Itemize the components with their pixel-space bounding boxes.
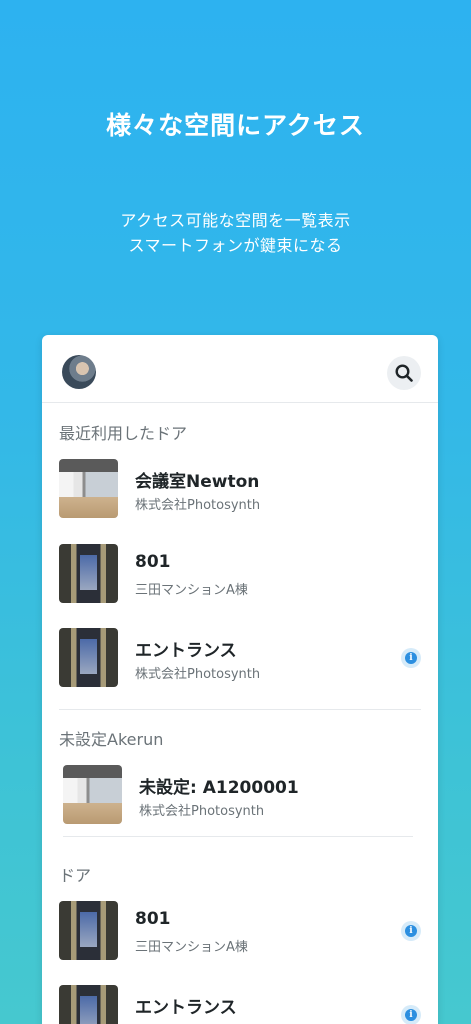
- door-thumbnail: [59, 544, 118, 603]
- hero-subtitle-line1: アクセス可能な空間を一覧表示: [120, 211, 351, 230]
- door-item[interactable]: エントランス i: [59, 985, 421, 1024]
- door-organization: 三田マンションA棟: [135, 583, 248, 598]
- info-icon[interactable]: i: [401, 648, 421, 668]
- user-avatar[interactable]: [62, 355, 96, 389]
- door-name: エントランス: [135, 641, 237, 661]
- door-item[interactable]: エントランス 株式会社Photosynth i: [59, 628, 421, 688]
- door-name: 801: [135, 552, 171, 572]
- info-icon[interactable]: i: [401, 921, 421, 941]
- hero-subtitle-line2: スマートフォンが鍵束になる: [128, 236, 343, 255]
- card-header: [42, 335, 438, 403]
- door-name: 会議室Newton: [135, 472, 260, 492]
- search-icon: [395, 364, 413, 382]
- door-organization: 株式会社Photosynth: [139, 804, 265, 819]
- door-item[interactable]: 会議室Newton 株式会社Photosynth: [59, 459, 421, 519]
- door-item[interactable]: 801 三田マンションA棟 i: [59, 901, 421, 961]
- search-button[interactable]: [387, 356, 421, 390]
- door-list-card: 最近利用したドア 会議室Newton 株式会社Photosynth 801 三田…: [42, 335, 438, 1024]
- divider: [63, 836, 413, 837]
- door-organization: 株式会社Photosynth: [135, 498, 261, 513]
- door-name: 801: [135, 909, 171, 929]
- info-icon[interactable]: i: [401, 1005, 421, 1024]
- door-organization: 三田マンションA棟: [135, 940, 248, 955]
- door-thumbnail: [59, 628, 118, 687]
- door-name: エントランス: [135, 998, 237, 1018]
- door-thumbnail: [59, 459, 118, 518]
- section-title-doors: ドア: [59, 866, 92, 885]
- door-organization: 株式会社Photosynth: [135, 667, 261, 682]
- door-name: 未設定: A1200001: [139, 778, 299, 798]
- section-title-recent: 最近利用したドア: [59, 424, 188, 443]
- door-thumbnail: [59, 901, 118, 960]
- divider: [59, 709, 421, 710]
- section-title-unset: 未設定Akerun: [59, 730, 164, 749]
- door-item[interactable]: 未設定: A1200001 株式会社Photosynth: [63, 765, 425, 825]
- door-item[interactable]: 801 三田マンションA棟: [59, 544, 421, 604]
- door-thumbnail: [59, 985, 118, 1024]
- hero-title: 様々な空間にアクセス: [106, 111, 365, 140]
- door-thumbnail: [63, 765, 122, 824]
